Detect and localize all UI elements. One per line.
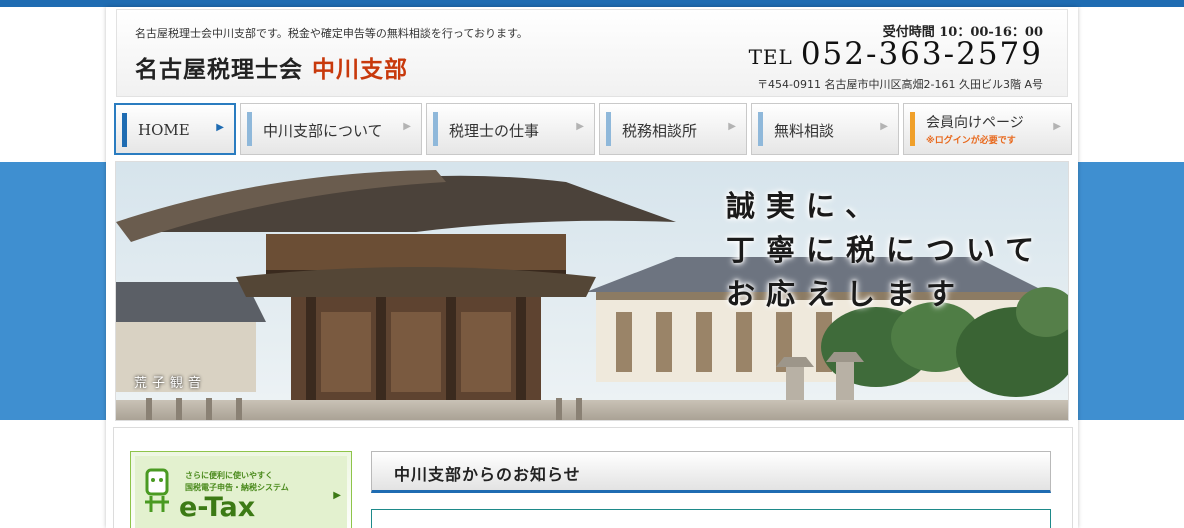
nav-marker bbox=[606, 112, 611, 146]
nav-label: 中川支部について bbox=[263, 122, 383, 140]
etax-title: e-Tax bbox=[179, 492, 256, 523]
main-content: さらに便利に使いやすく 国税電子申告・納税システム e-Tax ▶ 中川支部から… bbox=[113, 427, 1073, 528]
nav-item-about[interactable]: 中川支部について ▶ bbox=[240, 103, 422, 155]
arrow-right-icon: ▶ bbox=[333, 490, 341, 501]
news-section-header: 中川支部からのお知らせ bbox=[371, 451, 1051, 493]
phone-number[interactable]: TEL 052-363-2579 bbox=[749, 36, 1043, 72]
news-section-title: 中川支部からのお知らせ bbox=[394, 465, 581, 484]
slogan-line: 誠実に、 bbox=[726, 189, 886, 223]
site-tagline: 名古屋税理士会中川支部です。税金や確定申告等の無料相談を行っております。 bbox=[135, 27, 528, 40]
etax-mascot-icon bbox=[145, 468, 169, 512]
global-nav: HOME ▶ 中川支部について ▶ 税理士の仕事 ▶ 税務相談所 ▶ 無料相談 … bbox=[114, 103, 1072, 155]
nav-item-members[interactable]: 会員向けページ ※ログインが必要です ▶ bbox=[903, 103, 1072, 155]
hero-banner: 誠実に、 丁寧に税について お応えします 荒子観音 bbox=[115, 161, 1069, 421]
arrow-right-icon: ▶ bbox=[576, 121, 584, 132]
photo-caption: 荒子観音 bbox=[134, 376, 207, 391]
site-header: 名古屋税理士会中川支部です。税金や確定申告等の無料相談を行っております。 名古屋… bbox=[116, 9, 1068, 97]
nav-marker bbox=[247, 112, 252, 146]
tel-label: TEL bbox=[748, 45, 793, 69]
nav-label: 税理士の仕事 bbox=[449, 122, 540, 140]
nav-label: 税務相談所 bbox=[622, 122, 698, 140]
hero-slogan: 誠実に、 丁寧に税について お応えします bbox=[726, 184, 1045, 316]
nav-item-work[interactable]: 税理士の仕事 ▶ bbox=[426, 103, 595, 155]
login-required-note: ※ログインが必要です bbox=[926, 136, 1016, 146]
etax-banner-link[interactable]: さらに便利に使いやすく 国税電子申告・納税システム e-Tax ▶ bbox=[130, 451, 352, 528]
slogan-line: 丁寧に税について bbox=[726, 233, 1046, 267]
etax-line1: さらに便利に使いやすく bbox=[185, 471, 273, 480]
nav-item-free-consultation[interactable]: 無料相談 ▶ bbox=[751, 103, 899, 155]
tel-number: 052-363-2579 bbox=[800, 36, 1043, 72]
nav-marker bbox=[122, 113, 127, 147]
office-address: 〒454-0911 名古屋市中川区高畑2-161 久田ビル3階 A号 bbox=[757, 78, 1043, 91]
site-name-main: 名古屋税理士会 bbox=[135, 56, 303, 83]
slogan-line: お応えします bbox=[726, 277, 967, 311]
nav-label: 無料相談 bbox=[774, 122, 835, 140]
nav-item-home[interactable]: HOME ▶ bbox=[114, 103, 236, 155]
nav-item-consultation-office[interactable]: 税務相談所 ▶ bbox=[599, 103, 747, 155]
page-container: 名古屋税理士会中川支部です。税金や確定申告等の無料相談を行っております。 名古屋… bbox=[106, 7, 1078, 528]
arrow-right-icon: ▶ bbox=[728, 121, 736, 132]
arrow-right-icon: ▶ bbox=[403, 121, 411, 132]
news-list-box bbox=[371, 509, 1051, 528]
arrow-right-icon: ▶ bbox=[880, 121, 888, 132]
nav-marker bbox=[433, 112, 438, 146]
site-name[interactable]: 名古屋税理士会 中川支部 bbox=[135, 50, 408, 84]
top-accent-bar bbox=[0, 0, 1184, 7]
nav-marker bbox=[910, 112, 915, 146]
arrow-right-icon: ▶ bbox=[216, 122, 224, 133]
nav-label: HOME bbox=[138, 121, 190, 139]
nav-marker bbox=[758, 112, 763, 146]
arrow-right-icon: ▶ bbox=[1053, 121, 1061, 132]
nav-label: 会員向けページ bbox=[926, 115, 1024, 131]
site-name-accent: 中川支部 bbox=[312, 56, 409, 83]
